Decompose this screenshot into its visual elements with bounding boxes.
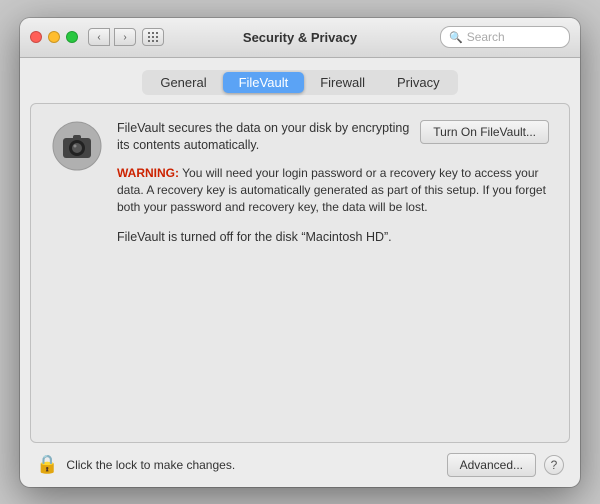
traffic-lights [30, 31, 78, 43]
lock-label: Click the lock to make changes. [66, 458, 438, 472]
filevault-info: FileVault secures the data on your disk … [117, 120, 549, 247]
window-title: Security & Privacy [243, 30, 357, 45]
filevault-warning: WARNING: You will need your login passwo… [117, 165, 549, 217]
filevault-description: FileVault secures the data on your disk … [117, 120, 420, 155]
tab-filevault[interactable]: FileVault [223, 72, 305, 93]
filevault-icon [51, 120, 103, 172]
tab-firewall[interactable]: Firewall [304, 72, 381, 93]
tabs-container: General FileVault Firewall Privacy [142, 70, 457, 95]
tabs-area: General FileVault Firewall Privacy [20, 58, 580, 103]
back-button[interactable]: ‹ [88, 28, 110, 46]
main-window: ‹ › Security & Privacy 🔍 Search General … [20, 18, 580, 487]
search-icon: 🔍 [449, 31, 463, 44]
filevault-row: FileVault secures the data on your disk … [51, 120, 549, 247]
filevault-status: FileVault is turned off for the disk “Ma… [117, 229, 549, 247]
search-placeholder: Search [467, 30, 505, 44]
tab-general[interactable]: General [144, 72, 222, 93]
minimize-button[interactable] [48, 31, 60, 43]
warning-text: You will need your login password or a r… [117, 166, 546, 215]
help-button[interactable]: ? [544, 455, 564, 475]
search-box[interactable]: 🔍 Search [440, 26, 570, 48]
bottom-bar: 🔒 Click the lock to make changes. Advanc… [20, 443, 580, 487]
grid-icon [148, 32, 159, 43]
turn-on-filevault-button[interactable]: Turn On FileVault... [420, 120, 549, 144]
advanced-button[interactable]: Advanced... [447, 453, 536, 477]
grid-button[interactable] [142, 28, 164, 46]
content-panel: FileVault secures the data on your disk … [30, 103, 570, 443]
warning-label: WARNING: [117, 166, 179, 180]
tab-privacy[interactable]: Privacy [381, 72, 456, 93]
nav-buttons: ‹ › [88, 28, 136, 46]
titlebar: ‹ › Security & Privacy 🔍 Search [20, 18, 580, 58]
maximize-button[interactable] [66, 31, 78, 43]
lock-icon[interactable]: 🔒 [36, 454, 58, 475]
filevault-top-row: FileVault secures the data on your disk … [117, 120, 549, 165]
forward-button[interactable]: › [114, 28, 136, 46]
close-button[interactable] [30, 31, 42, 43]
